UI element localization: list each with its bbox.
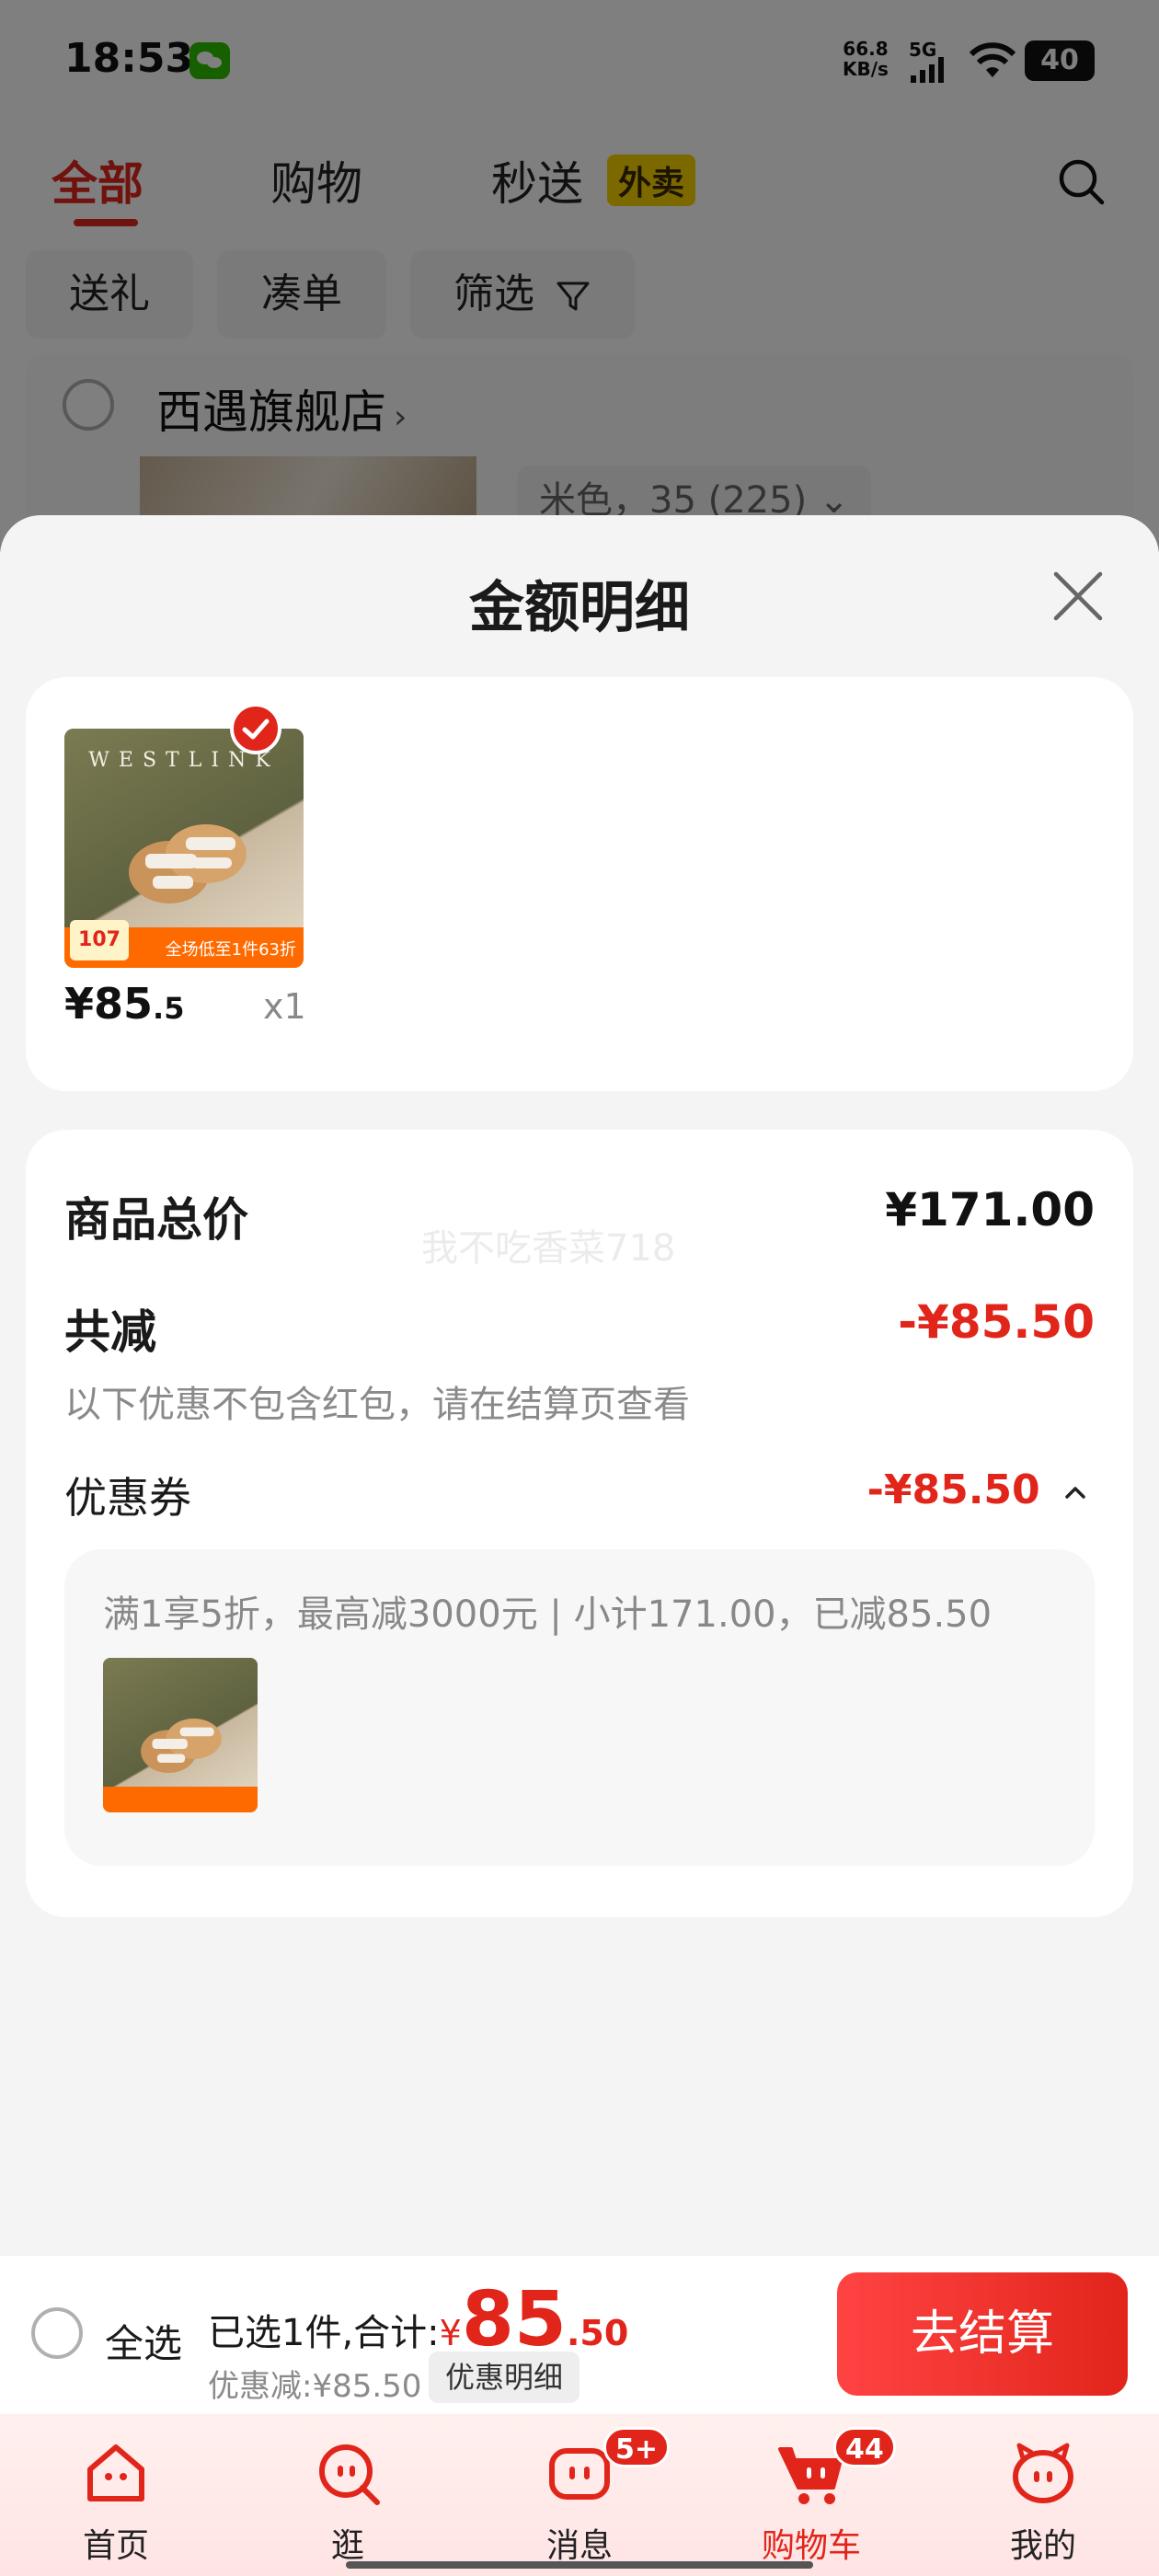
total-decimal: .50 xyxy=(566,2313,629,2353)
coupon-label: 优惠券 xyxy=(64,1473,191,1523)
tabbar-label-browse: 逛 xyxy=(330,2527,364,2565)
bottom-tabbar: 首页 逛 消息 5+ 购物车 44 我的 xyxy=(0,2414,1159,2576)
tabbar-label-home: 首页 xyxy=(82,2527,149,2565)
checkout-bar: 全选 已选1件,合计:¥85.50 优惠减:¥85.50 优惠明细 去结算 xyxy=(0,2256,1159,2414)
product-price-decimal: .5 xyxy=(153,991,185,1026)
tabbar-item-messages[interactable]: 消息 5+ xyxy=(497,2414,671,2576)
reduce-value: -¥85.50 xyxy=(898,1295,1095,1349)
reduce-label: 共减 xyxy=(64,1305,156,1359)
price-summary-card: 商品总价 ¥171.00 我不吃香菜718 共减 -¥85.50 以下优惠不包含… xyxy=(26,1130,1133,1917)
total-price-value: ¥171.00 xyxy=(885,1183,1095,1236)
total-integer: 85 xyxy=(461,2276,567,2363)
tabbar-item-home[interactable]: 首页 xyxy=(33,2414,199,2576)
product-image[interactable]: WESTLINK 全场低至1件63折 107 xyxy=(64,729,304,968)
coupon-toggle[interactable]: -¥85.50 xyxy=(867,1466,1087,1513)
browse-icon xyxy=(319,2444,380,2505)
product-price: ¥85.5 xyxy=(64,979,184,1029)
sheet-title: 金额明细 xyxy=(469,576,690,640)
home-icon xyxy=(87,2444,144,2501)
product-image-brand: WESTLINK xyxy=(88,749,280,772)
dim-overlay[interactable] xyxy=(0,0,1159,552)
watermark: 我不吃香菜718 xyxy=(421,1227,676,1270)
close-icon[interactable] xyxy=(1050,569,1106,624)
check-icon xyxy=(230,703,281,754)
total-price-label: 商品总价 xyxy=(64,1193,248,1247)
selected-count: 已选1件,合计: xyxy=(208,2312,440,2354)
profile-icon xyxy=(1013,2443,1073,2503)
caret-up-icon xyxy=(1065,1487,1085,1499)
select-all-label[interactable]: 全选 xyxy=(105,2313,182,2369)
amount-detail-sheet: 金额明细 WESTLINK 全场低至1件63折 107 ¥85.5 x1 商品总… xyxy=(0,515,1159,2256)
home-indicator[interactable] xyxy=(346,2561,813,2569)
total-line: 已选1件,合计:¥85.50 xyxy=(208,2276,628,2363)
discount-hint: 以下优惠不包含红包，请在结算页查看 xyxy=(64,1384,690,1426)
checkout-button[interactable]: 去结算 xyxy=(837,2272,1128,2396)
select-all-radio[interactable] xyxy=(31,2307,83,2359)
banner-text: 全场低至1件63折 xyxy=(165,940,296,960)
sandal-illustration xyxy=(129,824,247,903)
coupon-product-thumbnail xyxy=(103,1658,258,1812)
coupon-value: -¥85.50 xyxy=(866,1466,1040,1513)
tabbar-item-browse[interactable]: 逛 xyxy=(265,2414,430,2576)
messages-badge: 5+ xyxy=(603,2427,671,2467)
tabbar-item-profile[interactable]: 我的 xyxy=(960,2414,1126,2576)
total-currency: ¥ xyxy=(439,2313,462,2353)
product-card: WESTLINK 全场低至1件63折 107 ¥85.5 x1 xyxy=(26,677,1133,1091)
coupon-thumb-banner xyxy=(103,1787,258,1812)
tabbar-label-profile: 我的 xyxy=(1009,2527,1076,2565)
sandal-illustration xyxy=(141,1719,222,1774)
product-price-main: ¥85 xyxy=(64,979,154,1029)
discount-amount: 优惠减:¥85.50 xyxy=(208,2368,422,2405)
product-image-price-tag: 107 xyxy=(70,920,129,960)
discount-detail-button[interactable]: 优惠明细 xyxy=(429,2352,580,2403)
tabbar-label-cart: 购物车 xyxy=(761,2527,861,2565)
tabbar-label-messages: 消息 xyxy=(545,2527,613,2565)
coupon-description: 满1享5折，最高减3000元 | 小计171.00，已减85.50 xyxy=(103,1593,993,1636)
tabbar-item-cart[interactable]: 购物车 44 xyxy=(729,2414,896,2576)
cart-badge: 44 xyxy=(833,2427,896,2467)
coupon-detail-box: 满1享5折，最高减3000元 | 小计171.00，已减85.50 xyxy=(64,1549,1095,1866)
product-quantity: x1 xyxy=(263,986,306,1027)
